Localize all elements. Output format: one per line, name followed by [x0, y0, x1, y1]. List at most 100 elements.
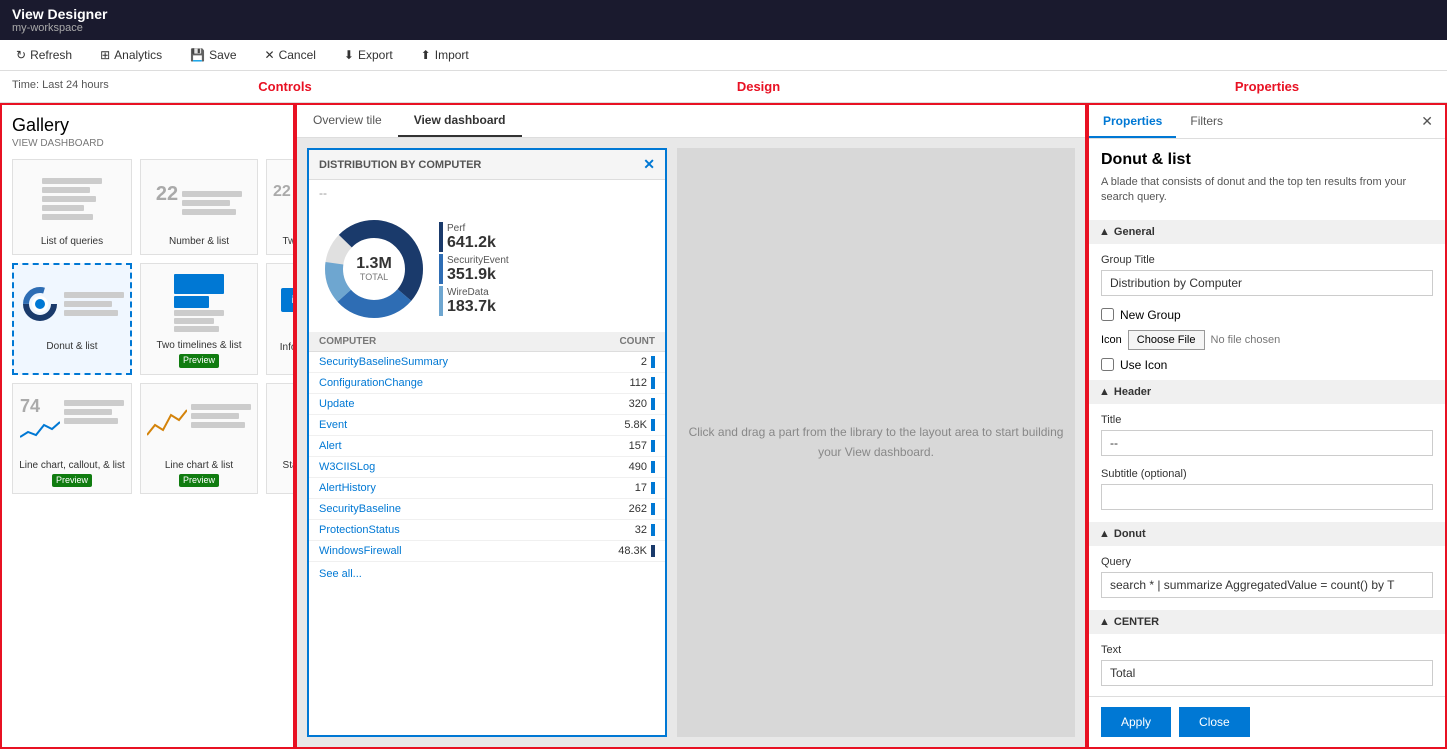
design-content: DISTRIBUTION BY COMPUTER ✕ --: [297, 138, 1085, 747]
general-group-header: ▲ General: [1089, 220, 1445, 244]
analytics-button[interactable]: ⊞ Analytics: [96, 46, 166, 64]
gallery-subtitle: VIEW DASHBOARD: [12, 138, 283, 149]
save-icon: 💾: [190, 48, 205, 62]
choose-file-button[interactable]: Choose File: [1128, 330, 1205, 350]
app-title: View Designer: [12, 6, 1435, 22]
query-label: Query: [1101, 556, 1433, 568]
refresh-button[interactable]: ↻ Refresh: [12, 46, 76, 64]
query-field: Query: [1101, 556, 1433, 598]
no-file-text: No file chosen: [1211, 334, 1281, 346]
analytics-icon: ⊞: [100, 48, 110, 62]
number-list-visual: 22: [147, 166, 251, 231]
dist-close-button[interactable]: ✕: [643, 156, 655, 173]
design-panel: Overview tile View dashboard DISTRIBUTIO…: [295, 103, 1087, 749]
close-button[interactable]: Close: [1179, 707, 1250, 737]
distribution-tile: DISTRIBUTION BY COMPUTER ✕ --: [307, 148, 667, 737]
subtitle-input[interactable]: [1101, 484, 1433, 510]
table-row: WindowsFirewall 48.3K: [309, 541, 665, 562]
stack-line-charts-label: Stack of line charts Preview: [273, 459, 295, 488]
title-label: Title: [1101, 414, 1433, 426]
design-tabs: Overview tile View dashboard: [297, 105, 1085, 138]
donut-list-visual: [20, 271, 124, 336]
gallery-item-line-chart-callout[interactable]: 74 Line chart, callout, & list Preview: [12, 383, 132, 495]
list-of-queries-label: List of queries: [19, 235, 125, 248]
title-bar: View Designer my-workspace: [0, 0, 1447, 40]
export-button[interactable]: ⬇ Export: [340, 46, 397, 64]
dist-tile-title: DISTRIBUTION BY COMPUTER: [319, 159, 481, 171]
gallery-item-stack-line-charts[interactable]: Stack of line charts Preview: [266, 383, 295, 495]
legend-item-security-event: SecurityEvent 351.9k: [439, 254, 509, 284]
dist-tile-container: DISTRIBUTION BY COMPUTER ✕ --: [307, 148, 667, 737]
main-layout: Gallery VIEW DASHBOARD List of queries: [0, 103, 1447, 749]
import-button[interactable]: ⬆ Import: [417, 46, 473, 64]
gallery-item-number-list[interactable]: 22 Number & list: [140, 159, 258, 255]
properties-tabs: Properties Filters ✕: [1089, 105, 1445, 139]
collapse-icon-center: ▲: [1099, 616, 1110, 628]
gallery-item-informati[interactable]: i Informati... Preview: [266, 263, 295, 375]
time-label: Time: Last 24 hours: [0, 75, 140, 98]
header-group-header: ▲ Header: [1089, 380, 1445, 404]
toolbar: ↻ Refresh ⊞ Analytics 💾 Save ✕ Cancel ⬇ …: [0, 40, 1447, 71]
properties-content: Donut & list A blade that consists of do…: [1089, 139, 1445, 696]
dist-tile-header: DISTRIBUTION BY COMPUTER ✕: [309, 150, 665, 180]
two-numbers-visual: 22 51: [273, 166, 295, 231]
cancel-icon: ✕: [265, 48, 275, 62]
tab-properties[interactable]: Properties: [1089, 106, 1176, 138]
title-input[interactable]: [1101, 430, 1433, 456]
legend-item-perf: Perf 641.2k: [439, 222, 509, 252]
gallery-item-two-numbers[interactable]: 22 51 Two numbers & list: [266, 159, 295, 255]
save-button[interactable]: 💾 Save: [186, 46, 240, 64]
number-list-label: Number & list: [147, 235, 251, 248]
text-field: Text: [1101, 644, 1433, 686]
table-row: ConfigurationChange 112: [309, 373, 665, 394]
group-title-label: Group Title: [1101, 254, 1433, 266]
title-field: Title: [1101, 414, 1433, 456]
line-chart-list-label: Line chart & list Preview: [147, 459, 251, 488]
line-chart-list-visual: [147, 390, 251, 455]
line-chart-callout-label: Line chart, callout, & list Preview: [19, 459, 125, 488]
tab-view-dashboard[interactable]: View dashboard: [398, 105, 522, 137]
group-title-field: Group Title: [1101, 254, 1433, 296]
donut-legend: Perf 641.2k SecurityEvent 351.9k: [439, 222, 509, 316]
list-of-queries-visual: [19, 166, 125, 231]
gallery-item-two-timelines[interactable]: Two timelines & list Preview: [140, 263, 258, 375]
legend-item-wiredata: WireData 183.7k: [439, 286, 509, 316]
new-group-checkbox-row[interactable]: New Group: [1101, 308, 1433, 322]
stack-line-charts-visual: [273, 390, 295, 455]
controls-label: Controls: [140, 75, 430, 98]
table-row: AlertHistory 17: [309, 478, 665, 499]
gallery-title: Gallery: [12, 115, 283, 136]
see-all-link[interactable]: See all...: [309, 562, 665, 586]
properties-close-button[interactable]: ✕: [1409, 105, 1445, 138]
gallery-item-list-of-queries[interactable]: List of queries: [12, 159, 132, 255]
icon-file-row: Icon Choose File No file chosen: [1101, 330, 1433, 350]
design-label: Design: [430, 75, 1087, 98]
donut-list-label: Donut & list: [20, 340, 124, 353]
props-section-title: Donut & list: [1101, 151, 1433, 169]
workspace-label: my-workspace: [12, 22, 1435, 34]
donut-group-header: ▲ Donut: [1089, 522, 1445, 546]
new-group-checkbox[interactable]: [1101, 308, 1114, 321]
donut-chart: 1.3M TOTAL: [319, 214, 429, 324]
table-row: Update 320: [309, 394, 665, 415]
use-icon-label: Use Icon: [1120, 358, 1167, 372]
use-icon-checkbox-row[interactable]: Use Icon: [1101, 358, 1433, 372]
query-input[interactable]: [1101, 572, 1433, 598]
collapse-icon-donut: ▲: [1099, 528, 1110, 540]
apply-button[interactable]: Apply: [1101, 707, 1171, 737]
cancel-button[interactable]: ✕ Cancel: [261, 46, 320, 64]
tab-overview-tile[interactable]: Overview tile: [297, 105, 398, 137]
dist-table: COMPUTER COUNT SecurityBaselineSummary 2…: [309, 332, 665, 562]
donut-center-text: 1.3M TOTAL: [356, 256, 392, 282]
gallery-item-donut-list[interactable]: Donut & list: [12, 263, 132, 375]
group-title-input[interactable]: [1101, 270, 1433, 296]
informati-visual: i: [273, 270, 295, 335]
use-icon-checkbox[interactable]: [1101, 358, 1114, 371]
tab-filters[interactable]: Filters: [1176, 106, 1237, 138]
table-row: Alert 157: [309, 436, 665, 457]
gallery-item-line-chart-list[interactable]: Line chart & list Preview: [140, 383, 258, 495]
props-description: A blade that consists of donut and the t…: [1101, 175, 1433, 206]
text-input[interactable]: [1101, 660, 1433, 686]
center-group-header: ▲ CENTER: [1089, 610, 1445, 634]
two-timelines-label: Two timelines & list Preview: [147, 339, 251, 368]
